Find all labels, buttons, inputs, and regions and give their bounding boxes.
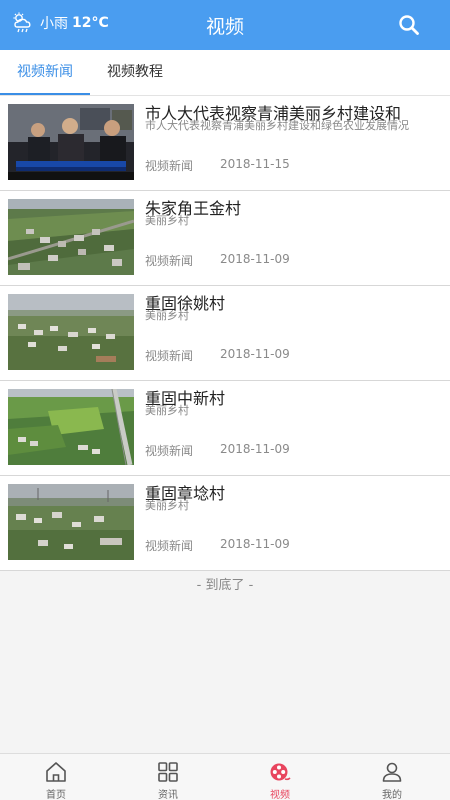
video-thumbnail[interactable]	[8, 484, 134, 560]
video-thumbnail[interactable]	[8, 199, 134, 275]
video-subtitle: 市人大代表视察青浦美丽乡村建设和绿色农业发展情况	[145, 119, 409, 132]
video-category: 视频新闻	[145, 539, 194, 553]
video-subtitle: 美丽乡村	[145, 404, 189, 417]
user-icon	[382, 762, 402, 782]
video-list-item[interactable]: 重固中新村 美丽乡村 视频新闻 2018-11-09	[0, 381, 450, 476]
video-category: 视频新闻	[145, 444, 194, 458]
search-icon[interactable]	[398, 14, 420, 36]
video-subtitle: 美丽乡村	[145, 309, 189, 322]
nav-news-label: 资讯	[158, 790, 178, 800]
nav-video[interactable]: 视频	[224, 754, 336, 800]
tab-bar: 视频新闻 视频教程	[0, 50, 450, 96]
active-tab-indicator	[0, 93, 90, 95]
video-thumbnail[interactable]	[8, 389, 134, 465]
video-date: 2018-11-09	[220, 347, 290, 361]
video-subtitle: 美丽乡村	[145, 499, 189, 512]
video-date: 2018-11-09	[220, 252, 290, 266]
video-date: 2018-11-09	[220, 442, 290, 456]
nav-video-label: 视频	[270, 790, 290, 800]
video-list-item[interactable]: 朱家角王金村 美丽乡村 视频新闻 2018-11-09	[0, 191, 450, 286]
video-category: 视频新闻	[145, 159, 194, 173]
grid-icon	[158, 762, 178, 782]
video-list: 市人大代表视察青浦美丽乡村建设和 市人大代表视察青浦美丽乡村建设和绿色农业发展情…	[0, 96, 450, 571]
tab-video-tutorials[interactable]: 视频教程	[90, 50, 180, 95]
end-of-list-text: - 到底了 -	[196, 578, 254, 593]
video-category: 视频新闻	[145, 349, 194, 363]
video-list-item[interactable]: 市人大代表视察青浦美丽乡村建设和 市人大代表视察青浦美丽乡村建设和绿色农业发展情…	[0, 96, 450, 191]
video-category: 视频新闻	[145, 254, 194, 268]
tab-video-news[interactable]: 视频新闻	[0, 50, 90, 95]
video-thumbnail[interactable]	[8, 104, 134, 180]
video-reel-icon	[270, 763, 291, 781]
video-date: 2018-11-09	[220, 537, 290, 551]
nav-news[interactable]: 资讯	[112, 754, 224, 800]
video-date: 2018-11-15	[220, 157, 290, 171]
nav-home-label: 首页	[46, 790, 66, 800]
home-icon	[46, 762, 66, 782]
nav-home[interactable]: 首页	[0, 754, 112, 800]
video-list-item[interactable]: 重固章埝村 美丽乡村 视频新闻 2018-11-09	[0, 476, 450, 571]
app-header: 小雨 12°C 视频	[0, 0, 450, 50]
video-subtitle: 美丽乡村	[145, 214, 189, 227]
page-title: 视频	[205, 16, 244, 38]
nav-profile-label: 我的	[382, 790, 402, 800]
bottom-navigation: 首页 资讯 视频 我的	[0, 753, 450, 800]
nav-profile[interactable]: 我的	[336, 754, 448, 800]
video-thumbnail[interactable]	[8, 294, 134, 370]
video-list-item[interactable]: 重固徐姚村 美丽乡村 视频新闻 2018-11-09	[0, 286, 450, 381]
